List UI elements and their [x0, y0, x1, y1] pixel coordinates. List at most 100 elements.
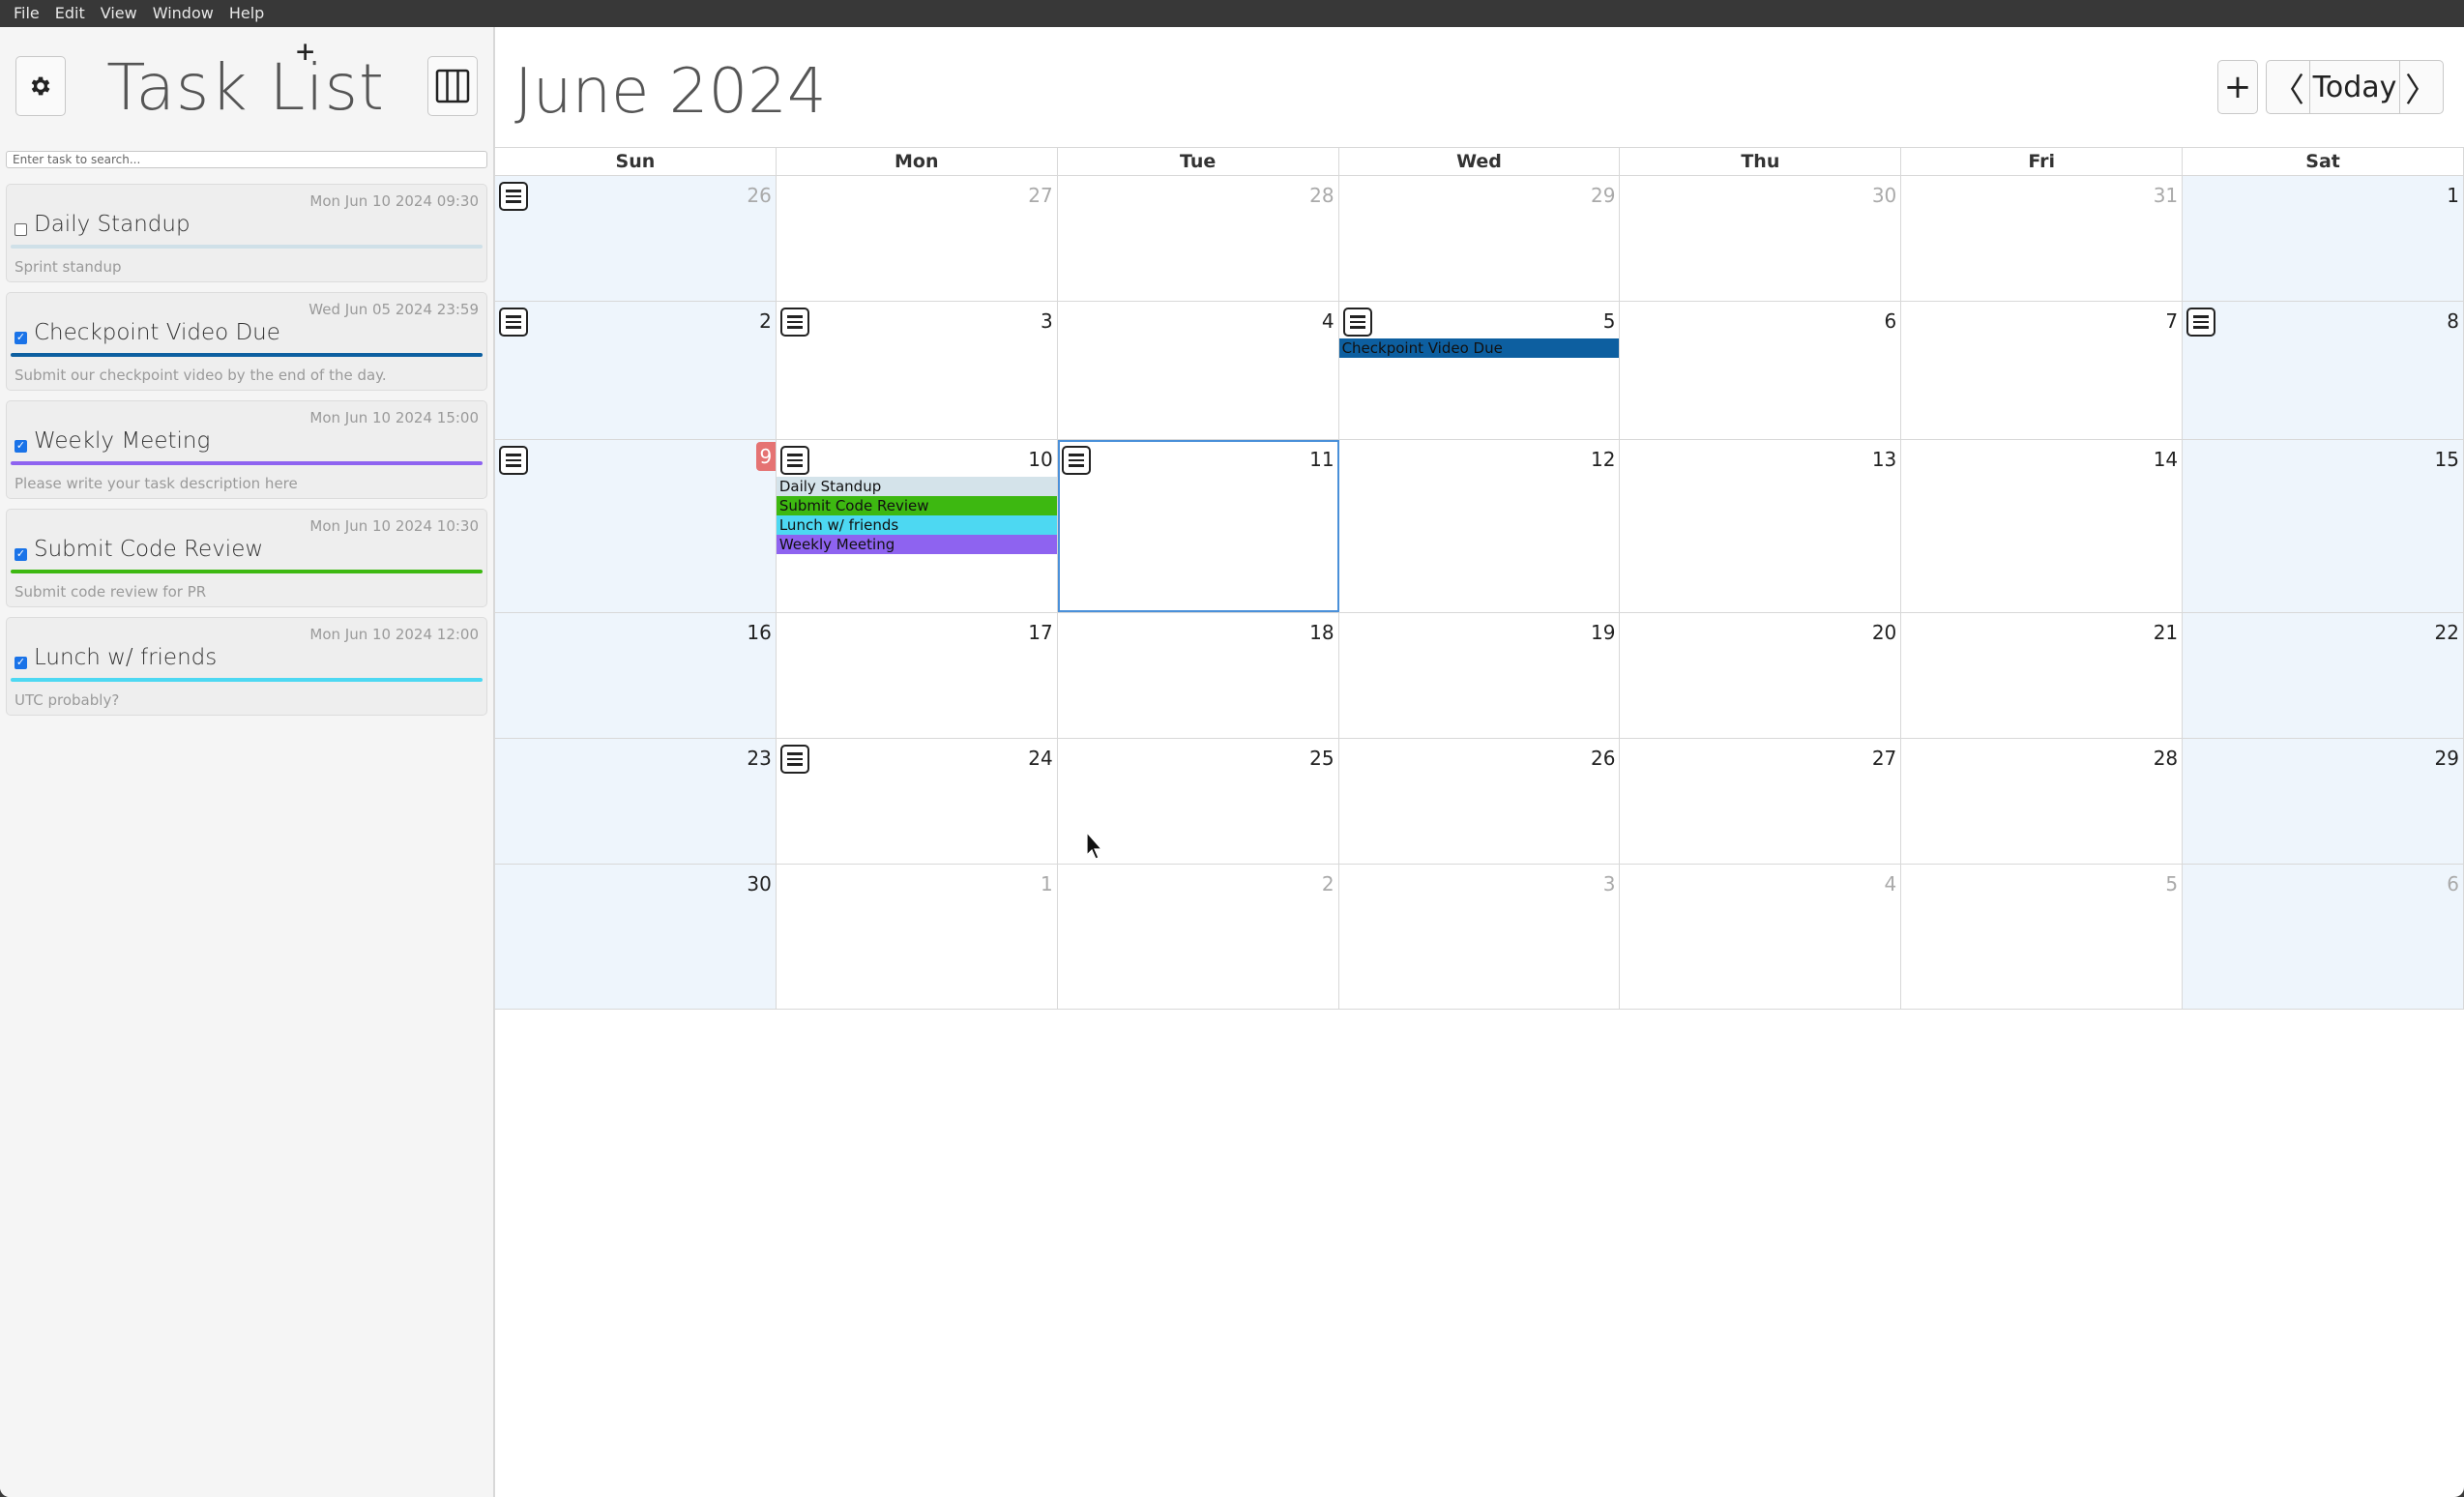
note-icon[interactable]	[1342, 308, 1372, 337]
day-cell[interactable]: 10 Daily Standup Submit Code Review Lunch w…	[776, 440, 1058, 612]
day-cell[interactable]: 18	[1057, 613, 1339, 738]
day-cell[interactable]: 21	[1901, 613, 2184, 738]
day-cell[interactable]: 12	[1338, 440, 1621, 612]
day-cell[interactable]: 27	[1620, 739, 1902, 864]
day-cell[interactable]: 1	[776, 865, 1058, 1009]
weekday-sun: Sun	[495, 148, 777, 175]
day-cell[interactable]: 6	[2183, 865, 2464, 1009]
day-cell[interactable]: 20	[1620, 613, 1902, 738]
day-cell[interactable]: 14	[1901, 440, 2184, 612]
day-cell[interactable]: 1	[2183, 176, 2464, 301]
day-number: 3	[1602, 872, 1616, 895]
task-date: Mon Jun 10 2024 12:00	[309, 626, 479, 643]
today-button[interactable]: Today	[2309, 60, 2400, 114]
task-search-input[interactable]	[6, 151, 487, 168]
day-number: 18	[1309, 621, 1335, 644]
day-cell[interactable]: 7	[1901, 302, 2184, 439]
menu-file[interactable]: File	[6, 0, 47, 27]
add-task-button[interactable]: +	[2217, 60, 2258, 114]
day-cell[interactable]: 22	[2183, 613, 2464, 738]
task-checkbox[interactable]	[15, 548, 27, 561]
weekday-fri: Fri	[1901, 148, 2184, 175]
prev-month-button[interactable]: 〈	[2266, 60, 2310, 114]
day-cell[interactable]: 11	[1057, 440, 1339, 612]
day-number: 6	[1884, 309, 1897, 333]
calendar-event[interactable]: Daily Standup	[776, 477, 1057, 496]
day-number: 1	[1040, 872, 1053, 895]
note-icon[interactable]	[779, 745, 809, 774]
note-icon[interactable]	[499, 446, 528, 475]
day-number: 12	[1590, 448, 1616, 471]
settings-button[interactable]	[15, 56, 66, 116]
task-card[interactable]: Mon Jun 10 2024 10:30 Submit Code Review S…	[6, 509, 487, 607]
next-month-button[interactable]: 〉	[2399, 60, 2444, 114]
task-card[interactable]: Mon Jun 10 2024 09:30 Daily Standup Sprint…	[6, 184, 487, 282]
day-cell[interactable]: 15	[2183, 440, 2464, 612]
note-icon[interactable]	[499, 308, 528, 337]
task-card[interactable]: Mon Jun 10 2024 15:00 Weekly Meeting Pleas…	[6, 400, 487, 499]
day-cell[interactable]: 17	[776, 613, 1058, 738]
note-icon[interactable]	[779, 308, 809, 337]
task-card[interactable]: Mon Jun 10 2024 12:00 Lunch w/ friends UTC…	[6, 617, 487, 716]
day-cell[interactable]: 27	[776, 176, 1058, 301]
day-cell[interactable]: 6	[1620, 302, 1902, 439]
calendar-event[interactable]: Lunch w/ friends	[776, 515, 1057, 535]
day-cell[interactable]: 29	[1338, 176, 1621, 301]
day-cell[interactable]: 5	[1901, 865, 2184, 1009]
calendar-event[interactable]: Weekly Meeting	[776, 535, 1057, 554]
day-number: 28	[1309, 184, 1335, 207]
event-list: Checkpoint Video Due	[1338, 338, 1620, 358]
day-cell[interactable]: 26	[1338, 739, 1621, 864]
task-card[interactable]: Wed Jun 05 2024 23:59 Checkpoint Video Du…	[6, 292, 487, 391]
task-description: Please write your task description here	[15, 475, 298, 492]
note-icon[interactable]	[779, 446, 809, 475]
menu-edit[interactable]: Edit	[47, 0, 93, 27]
note-icon[interactable]	[499, 182, 528, 211]
task-list: Mon Jun 10 2024 09:30 Daily Standup Sprint…	[6, 184, 489, 725]
day-cell[interactable]: 13	[1620, 440, 1902, 612]
day-cell[interactable]: 5 Checkpoint Video Due	[1338, 302, 1621, 439]
task-checkbox[interactable]	[15, 657, 27, 669]
day-cell[interactable]: 30	[1620, 176, 1902, 301]
day-cell[interactable]: 3	[776, 302, 1058, 439]
note-icon[interactable]	[1061, 446, 1091, 475]
day-cell[interactable]: 30	[495, 865, 777, 1009]
day-cell[interactable]: 4	[1057, 302, 1339, 439]
menu-bar: File Edit View Window Help	[0, 0, 2464, 27]
day-cell[interactable]: 31	[1901, 176, 2184, 301]
task-checkbox[interactable]	[15, 223, 27, 236]
day-cell[interactable]: 2	[1057, 865, 1339, 1009]
day-cell[interactable]: 29	[2183, 739, 2464, 864]
menu-view[interactable]: View	[93, 0, 145, 27]
task-checkbox[interactable]	[15, 332, 27, 344]
calendar-event[interactable]: Submit Code Review	[776, 496, 1057, 515]
toggle-columns-button[interactable]	[427, 56, 478, 116]
day-number: 4	[1321, 309, 1335, 333]
day-cell[interactable]: 2	[495, 302, 777, 439]
task-checkbox[interactable]	[15, 440, 27, 453]
day-cell[interactable]: 19	[1338, 613, 1621, 738]
day-cell[interactable]: 24	[776, 739, 1058, 864]
week-row: 26 27 28 29 30 31 1	[495, 176, 2464, 302]
day-cell[interactable]: 8	[2183, 302, 2464, 439]
day-cell[interactable]: 3	[1338, 865, 1621, 1009]
task-description: Submit our checkpoint video by the end o…	[15, 367, 387, 384]
day-cell[interactable]: 28	[1901, 739, 2184, 864]
day-number: 29	[1590, 184, 1616, 207]
calendar-event[interactable]: Checkpoint Video Due	[1338, 338, 1620, 358]
day-number: 25	[1309, 747, 1335, 770]
weekday-header: Sun Mon Tue Wed Thu Fri Sat	[495, 147, 2464, 176]
menu-help[interactable]: Help	[221, 0, 272, 27]
menu-window[interactable]: Window	[145, 0, 221, 27]
note-icon[interactable]	[2186, 308, 2216, 337]
weekday-thu: Thu	[1620, 148, 1902, 175]
day-cell[interactable]: 23	[495, 739, 777, 864]
day-cell[interactable]: 4	[1620, 865, 1902, 1009]
day-cell[interactable]: 16	[495, 613, 777, 738]
day-cell[interactable]: 26	[495, 176, 777, 301]
day-cell[interactable]: 9	[495, 440, 777, 612]
day-cell[interactable]: 28	[1057, 176, 1339, 301]
day-number: 5	[1602, 309, 1616, 333]
day-number: 21	[2153, 621, 2179, 644]
day-number: 1	[2447, 184, 2459, 207]
